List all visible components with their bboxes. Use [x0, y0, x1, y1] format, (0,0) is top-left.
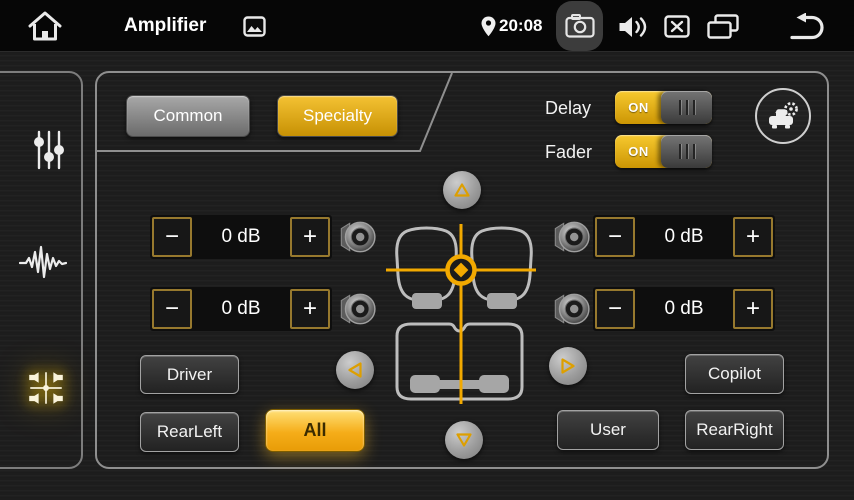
tab-specialty[interactable]: Specialty: [277, 95, 398, 137]
rearleft-zone-label: RearLeft: [157, 422, 222, 442]
driver-zone-button[interactable]: Driver: [140, 355, 239, 394]
rear-right-plus-button[interactable]: +: [733, 289, 773, 329]
tab-common[interactable]: Common: [126, 95, 250, 137]
up-triangle-icon: [454, 183, 470, 197]
eq-sliders-icon: [31, 129, 67, 171]
car-settings-button[interactable]: [755, 88, 811, 144]
rear-bench-cap-left: [410, 375, 440, 393]
rear-left-gain-value: 0 dB: [192, 298, 290, 320]
front-right-seat: [472, 228, 532, 300]
copilot-zone-button[interactable]: Copilot: [685, 354, 784, 394]
home-button[interactable]: [26, 9, 64, 43]
front-left-cushion: [412, 293, 442, 309]
left-triangle-icon: [348, 362, 362, 378]
front-right-plus-button[interactable]: +: [733, 217, 773, 257]
recents-icon: [706, 14, 740, 40]
sidebar-item-balance[interactable]: [0, 353, 85, 423]
seat-diagram: [387, 223, 537, 408]
copilot-zone-label: Copilot: [708, 364, 761, 384]
arrow-right-button[interactable]: [549, 347, 587, 385]
front-right-minus-button[interactable]: −: [595, 217, 635, 257]
user-zone-button[interactable]: User: [557, 410, 659, 450]
rear-right-gain-value: 0 dB: [635, 298, 733, 320]
fader-toggle-handle: [661, 135, 712, 168]
volume-icon: [618, 15, 649, 39]
rear-right-speaker-icon: [549, 288, 591, 330]
screenshot-button[interactable]: [556, 1, 603, 51]
rearleft-zone-button[interactable]: RearLeft: [140, 412, 239, 452]
car-gear-icon: [766, 101, 800, 131]
delay-toggle[interactable]: ON: [615, 91, 712, 124]
down-triangle-icon: [456, 433, 472, 447]
right-triangle-icon: [561, 358, 575, 374]
fader-toggle[interactable]: ON: [615, 135, 712, 168]
delay-on-label: ON: [615, 91, 662, 124]
page-title: Amplifier: [124, 0, 206, 52]
recent-apps-button[interactable]: [706, 14, 740, 40]
close-icon: [664, 15, 690, 38]
front-left-seat: [397, 228, 457, 300]
front-right-gain-row: − 0 dB +: [593, 215, 775, 259]
rearright-zone-button[interactable]: RearRight: [685, 410, 784, 450]
arrow-left-button[interactable]: [336, 351, 374, 389]
all-zone-label: All: [303, 420, 326, 441]
rear-bench-cap-right: [479, 375, 509, 393]
delay-label: Delay: [545, 98, 591, 119]
camera-icon: [565, 14, 595, 38]
back-icon: [786, 13, 828, 41]
rear-left-gain-row: − 0 dB +: [150, 287, 332, 331]
arrow-up-button[interactable]: [443, 171, 481, 209]
driver-zone-label: Driver: [167, 365, 212, 385]
fader-label: Fader: [545, 142, 592, 163]
rearright-zone-label: RearRight: [696, 420, 773, 440]
delay-toggle-handle: [661, 91, 712, 124]
rear-right-gain-row: − 0 dB +: [593, 287, 775, 331]
rear-right-minus-button[interactable]: −: [595, 289, 635, 329]
front-left-minus-button[interactable]: −: [152, 217, 192, 257]
arrow-down-button[interactable]: [445, 421, 483, 459]
front-left-gain-value: 0 dB: [192, 226, 290, 248]
amplifier-screen: Amplifier 20:08: [0, 0, 854, 500]
location-icon: [481, 16, 496, 37]
rear-left-speaker-icon: [335, 288, 377, 330]
gallery-icon[interactable]: [243, 16, 266, 37]
all-zone-button[interactable]: All: [265, 409, 365, 452]
fader-on-label: ON: [615, 135, 662, 168]
back-button[interactable]: [786, 13, 828, 41]
sidebar-item-effects[interactable]: [0, 227, 85, 297]
rear-left-plus-button[interactable]: +: [290, 289, 330, 329]
home-icon: [26, 9, 64, 43]
sidebar-item-equalizer[interactable]: [0, 115, 85, 185]
clock-text: 20:08: [499, 0, 542, 52]
rear-left-minus-button[interactable]: −: [152, 289, 192, 329]
tab-common-label: Common: [154, 106, 223, 126]
front-left-speaker-icon: [335, 216, 377, 258]
front-right-gain-value: 0 dB: [635, 226, 733, 248]
sidebar: [0, 71, 83, 469]
front-left-plus-button[interactable]: +: [290, 217, 330, 257]
amplifier-panel: Common Specialty Delay ON Fader ON: [95, 71, 829, 469]
close-app-button[interactable]: [664, 15, 690, 38]
status-bar: Amplifier 20:08: [0, 0, 854, 52]
tab-specialty-label: Specialty: [303, 106, 372, 126]
volume-button[interactable]: [618, 15, 649, 39]
front-left-gain-row: − 0 dB +: [150, 215, 332, 259]
user-zone-label: User: [590, 420, 626, 440]
front-right-speaker-icon: [549, 216, 591, 258]
front-right-cushion: [487, 293, 517, 309]
balance-speakers-icon: [25, 367, 67, 409]
waveform-icon: [19, 244, 67, 280]
